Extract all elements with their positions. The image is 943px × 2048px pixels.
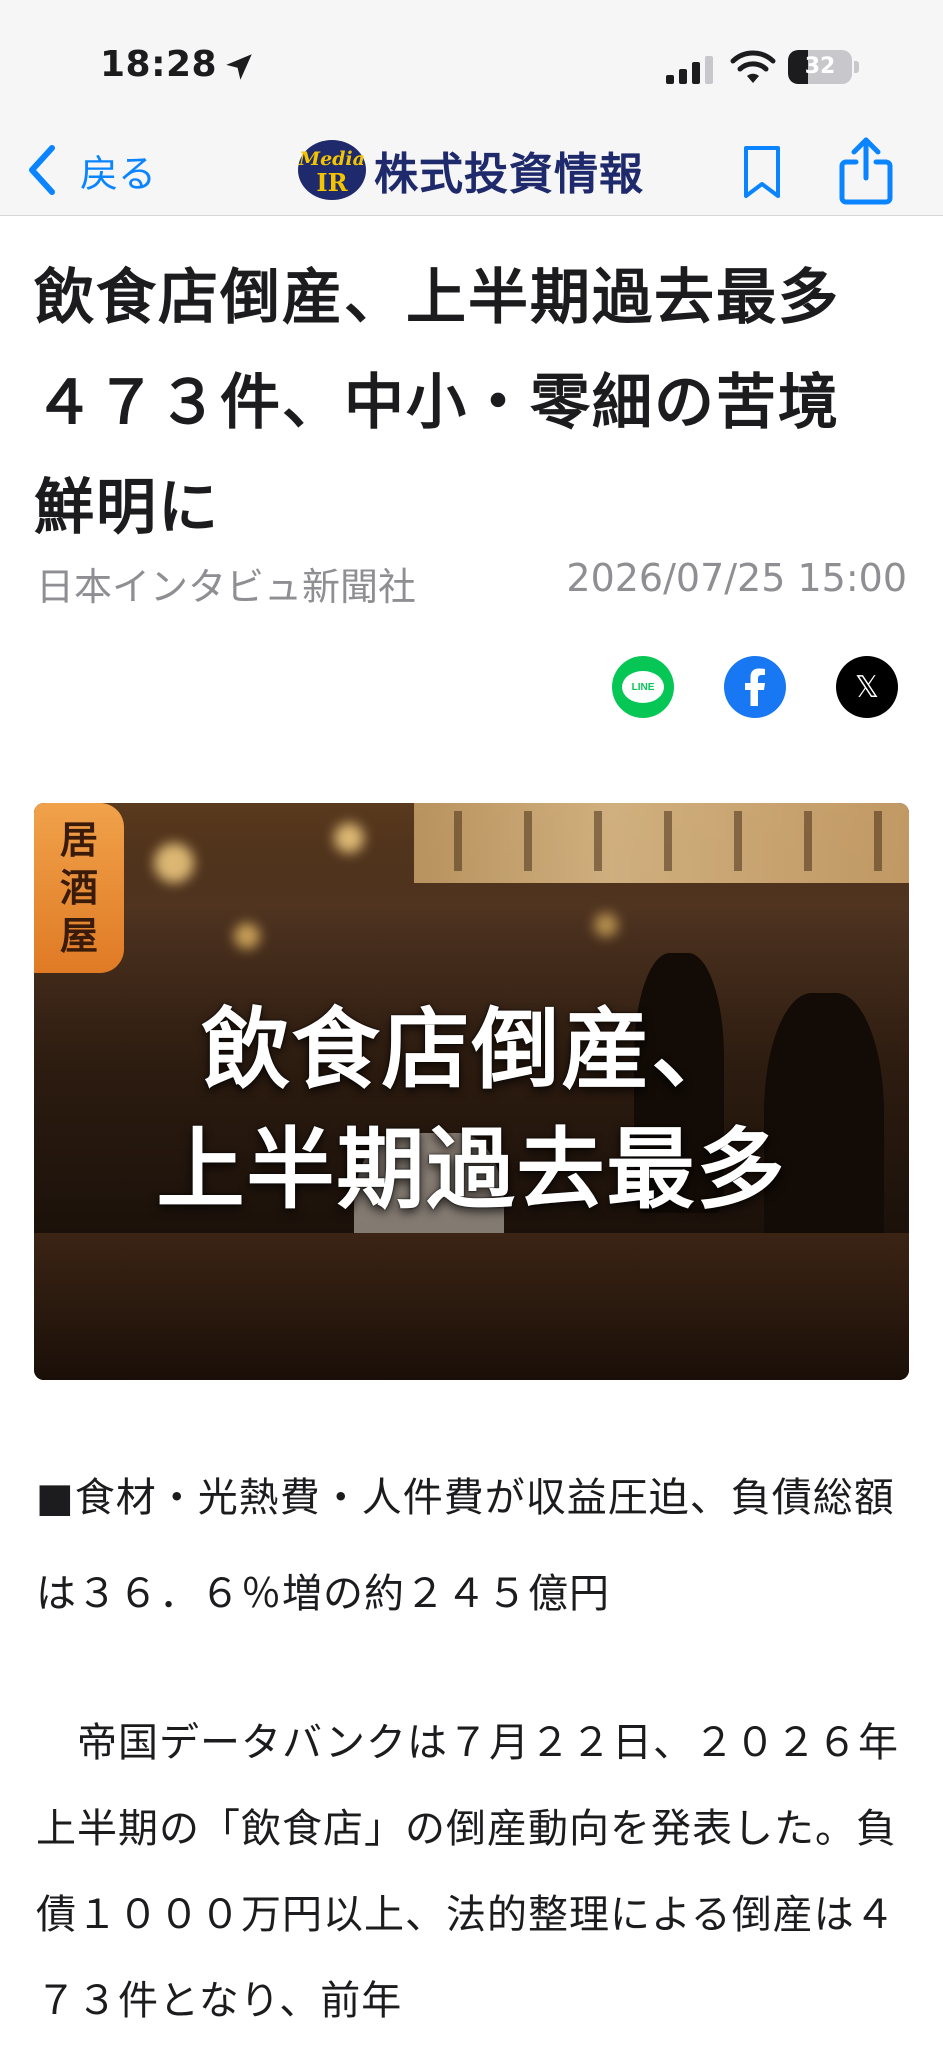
status-bar: 18:28 32	[0, 0, 943, 128]
svg-text:Media: Media	[298, 148, 365, 170]
brand-name: 株式投資情報	[374, 149, 644, 200]
wifi-icon	[730, 50, 776, 83]
article-body: 帝国データバンクは７月２２日、２０２６年上半期の「飲食店」の倒産動向を発表した。…	[36, 1720, 899, 2024]
share-icon[interactable]	[836, 134, 896, 206]
article-headline: 飲食店倒産、上半期過去最多４７３件、中小・零細の苦境鮮明に	[34, 263, 840, 543]
line-icon-label: LINE	[631, 681, 655, 693]
battery-icon: 32	[788, 50, 860, 84]
line-share-button[interactable]: LINE	[612, 656, 674, 718]
svg-text:IR: IR	[316, 168, 348, 197]
battery-percent: 32	[804, 54, 836, 79]
location-arrow-icon	[226, 54, 252, 80]
back-button-label: 戻る	[80, 151, 157, 196]
x-share-button[interactable]: 𝕏	[836, 656, 898, 718]
brand-header: Media IR 株式投資情報	[296, 134, 644, 206]
article-source[interactable]: 日本インタビュ新聞社	[36, 556, 416, 611]
facebook-icon	[745, 668, 765, 706]
navigation-bar: 戻る Media IR 株式投資情報	[0, 128, 943, 216]
cellular-signal-icon	[666, 56, 713, 84]
facebook-share-button[interactable]	[724, 656, 786, 718]
hero-caption-line1: 飲食店倒産、	[201, 998, 742, 1101]
izakaya-lantern: 居 酒 屋	[34, 803, 124, 973]
media-ir-logo: Media IR	[298, 140, 366, 200]
chevron-left-icon	[29, 145, 55, 195]
line-icon: LINE	[622, 671, 664, 703]
hero-image: 居 酒 屋 飲食店倒産、 上半期過去最多	[34, 803, 909, 1380]
social-share-bar: LINE 𝕏	[0, 656, 943, 718]
back-button[interactable]: 戻る	[24, 138, 156, 202]
status-time: 18:28	[100, 44, 218, 85]
x-icon: 𝕏	[854, 670, 880, 704]
menu-boards	[414, 803, 909, 883]
article-subheading: ■食材・光熱費・人件費が収益圧迫、負債総額は３６．６％増の約２４５億円	[36, 1475, 895, 1617]
article-date: 2026/07/25 15:00	[566, 556, 907, 600]
bookmark-icon[interactable]	[740, 144, 784, 200]
hero-caption-line2: 上半期過去最多	[156, 1118, 787, 1221]
